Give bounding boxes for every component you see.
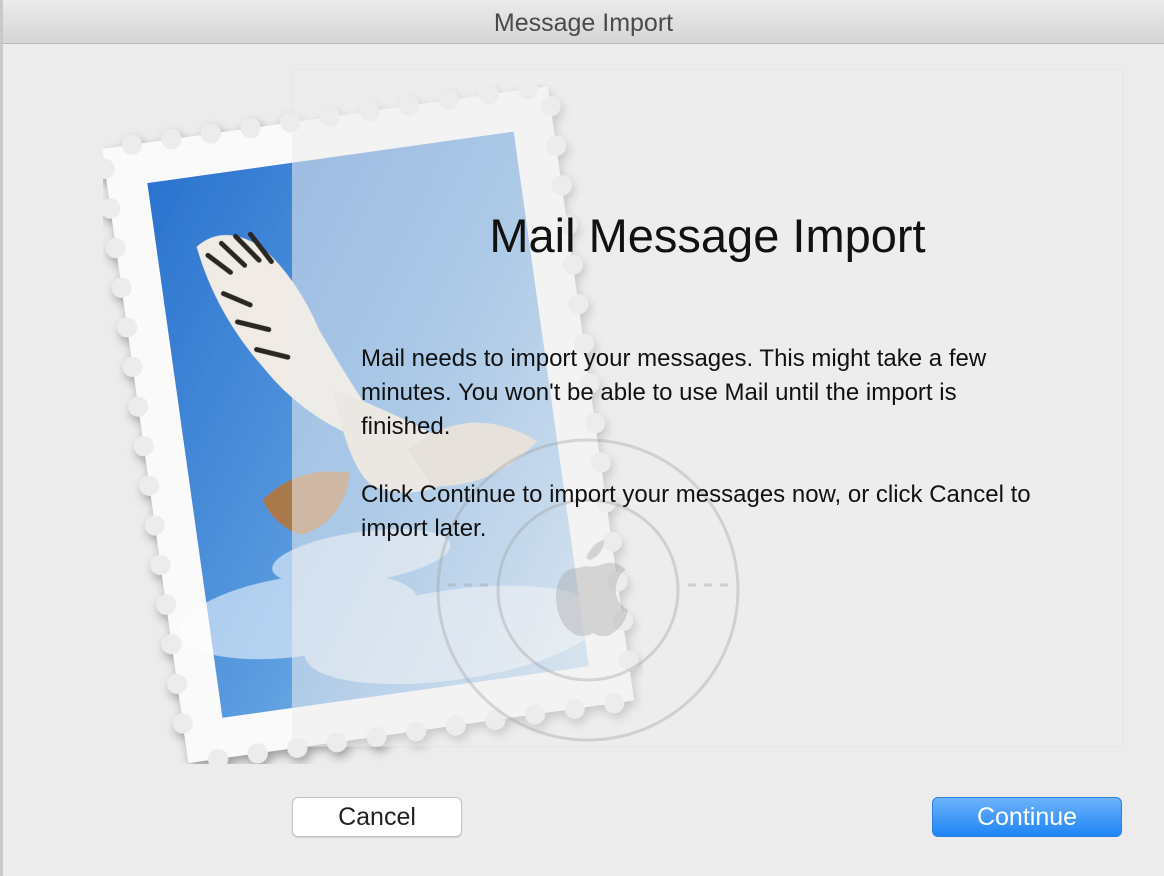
dialog-heading: Mail Message Import [489, 209, 926, 262]
title-bar[interactable]: Message Import [3, 0, 1164, 44]
instruction-paragraph: Click Continue to import your messages n… [361, 481, 1031, 542]
description-paragraph: Mail needs to import your messages. This… [361, 345, 987, 440]
window-title: Message Import [493, 9, 674, 37]
continue-button[interactable]: Continue [932, 797, 1122, 837]
message-import-window: Message Import Mail Message Import Mail … [0, 0, 1164, 876]
cancel-button[interactable]: Cancel [292, 797, 462, 837]
